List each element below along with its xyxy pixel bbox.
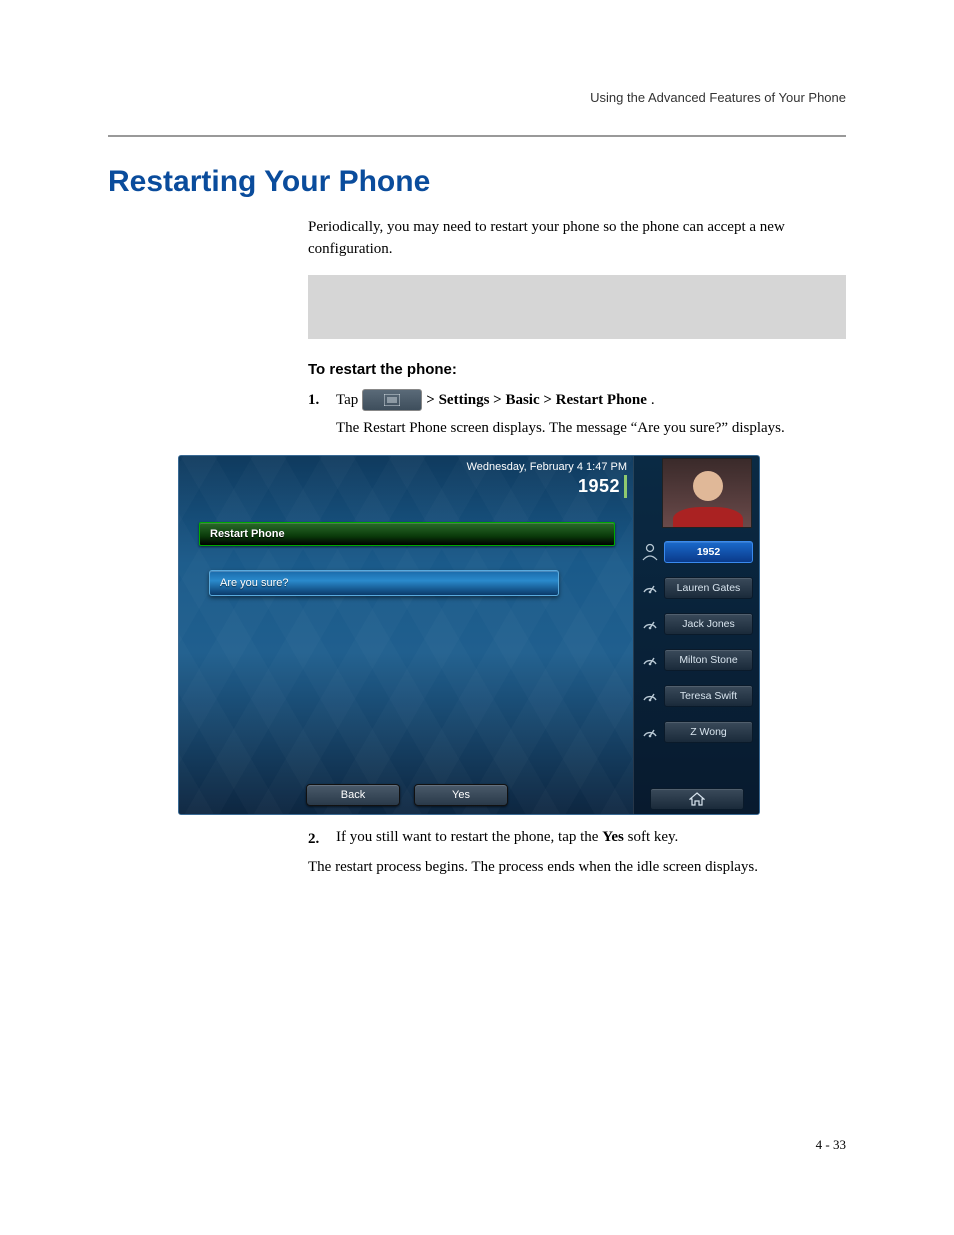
side-pane: 1952 Lauren Gates Jack Jones Milton Stone Te…: [633, 456, 759, 814]
phone-screenshot: Wednesday, February 4 1:47 PM 1952 Resta…: [178, 455, 760, 815]
section-title: Restarting Your Phone: [108, 165, 846, 199]
speed-dial-icon: [640, 578, 660, 598]
contact-row: 1952: [634, 534, 759, 570]
step-1-note: The Restart Phone screen displays. The m…: [336, 418, 846, 440]
main-pane: Wednesday, February 4 1:47 PM 1952 Resta…: [179, 456, 635, 814]
person-icon: [640, 542, 660, 562]
step-1-number: 1.: [308, 388, 326, 440]
speed-dial-icon: [640, 686, 660, 706]
contact-row: Lauren Gates: [634, 570, 759, 606]
step-1-path: > Settings > Basic > Restart Phone: [426, 388, 647, 412]
page-number: 4 - 33: [816, 1137, 846, 1153]
contact-row: Milton Stone: [634, 642, 759, 678]
status-extension: 1952: [578, 475, 627, 498]
step-2-post: soft key.: [624, 829, 678, 845]
step-2-note: The restart process begins. The process …: [308, 857, 846, 879]
speed-dial-icon: [640, 650, 660, 670]
avatar: [662, 458, 752, 528]
step-2-pre: If you still want to restart the phone, …: [336, 829, 602, 845]
step-1-period: .: [651, 388, 655, 412]
home-icon: [689, 792, 705, 806]
back-softkey[interactable]: Back: [306, 784, 400, 806]
contact-button[interactable]: Z Wong: [664, 721, 753, 743]
contact-button[interactable]: Lauren Gates: [664, 577, 753, 599]
steps-heading: To restart the phone:: [308, 361, 846, 378]
status-bar: Wednesday, February 4 1:47 PM 1952: [467, 456, 635, 498]
menu-icon: [362, 389, 422, 411]
status-datetime: Wednesday, February 4 1:47 PM: [467, 460, 627, 474]
note-placeholder-box: [308, 275, 846, 339]
speed-dial-icon: [640, 722, 660, 742]
step-1-pre: Tap: [336, 388, 358, 412]
contact-button[interactable]: 1952: [664, 541, 753, 563]
softkey-bar: Back Yes: [179, 780, 635, 814]
step-1: 1. Tap > Settings > Basic > Restart Phon…: [308, 388, 846, 440]
step-2-number: 2.: [308, 827, 326, 851]
contact-row: Teresa Swift: [634, 678, 759, 714]
home-button[interactable]: [650, 788, 744, 810]
contact-button[interactable]: Jack Jones: [664, 613, 753, 635]
confirm-prompt: Are you sure?: [209, 570, 559, 596]
step-2-bold: Yes: [602, 829, 624, 845]
yes-softkey[interactable]: Yes: [414, 784, 508, 806]
contact-button[interactable]: Teresa Swift: [664, 685, 753, 707]
contact-button[interactable]: Milton Stone: [664, 649, 753, 671]
step-2: 2. If you still want to restart the phon…: [308, 827, 846, 851]
running-header: Using the Advanced Features of Your Phon…: [108, 90, 846, 105]
contact-row: Jack Jones: [634, 606, 759, 642]
screen-title-bar: Restart Phone: [199, 522, 615, 546]
speed-dial-icon: [640, 614, 660, 634]
intro-text: Periodically, you may need to restart yo…: [308, 217, 846, 261]
contact-row: Z Wong: [634, 714, 759, 750]
header-rule: [108, 135, 846, 137]
